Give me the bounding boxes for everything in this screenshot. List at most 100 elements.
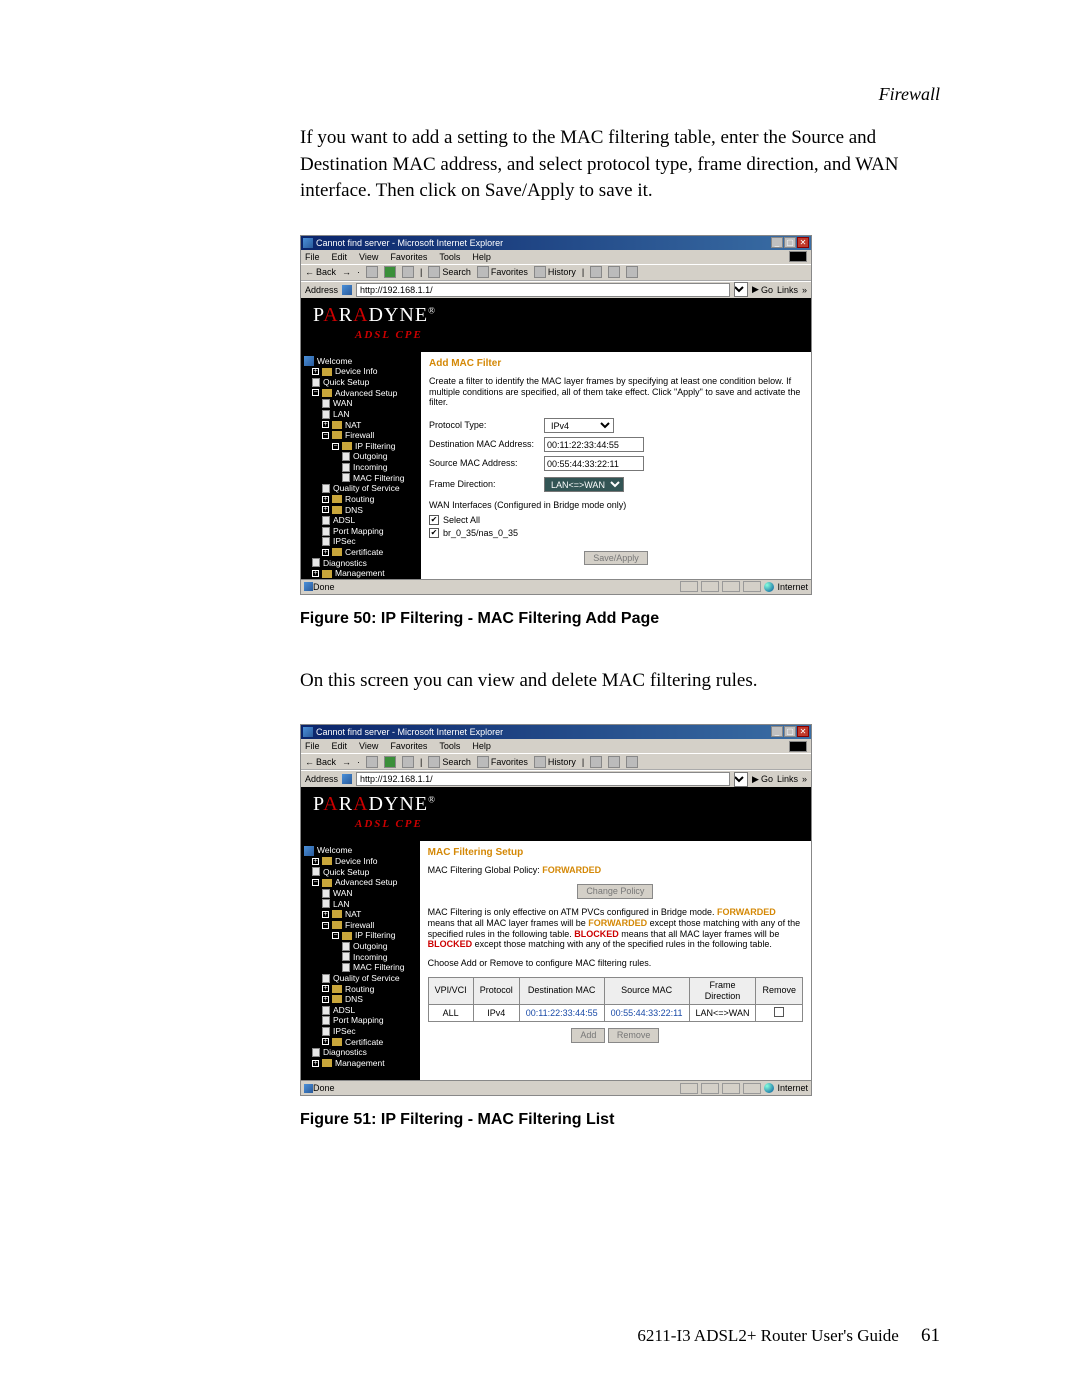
sidebar-item-certificate[interactable]: +Certificate <box>304 547 418 558</box>
print-icon[interactable] <box>608 266 620 278</box>
sidebar-item-nat[interactable]: +NAT <box>304 420 418 431</box>
sidebar-item-management[interactable]: +Management <box>304 1058 417 1069</box>
sidebar-item-ip-filtering[interactable]: −IP Filtering <box>304 930 417 941</box>
sidebar-item-certificate[interactable]: +Certificate <box>304 1037 417 1048</box>
address-dropdown[interactable] <box>734 282 748 297</box>
sidebar-item-qos[interactable]: Quality of Service <box>304 483 418 494</box>
close-button[interactable]: ✕ <box>797 237 809 248</box>
sidebar-item-incoming[interactable]: Incoming <box>304 952 417 963</box>
sidebar-item-mac-filtering[interactable]: MAC Filtering <box>304 962 417 973</box>
forward-button[interactable]: → <box>342 757 351 767</box>
print-icon[interactable] <box>608 756 620 768</box>
sidebar-item-diagnostics[interactable]: Diagnostics <box>304 558 418 569</box>
sidebar-item-advanced-setup[interactable]: −Advanced Setup <box>304 877 417 888</box>
sidebar-item-qos[interactable]: Quality of Service <box>304 973 417 984</box>
go-button[interactable]: ▶Go <box>752 284 773 295</box>
sidebar-item-diagnostics[interactable]: Diagnostics <box>304 1047 417 1058</box>
sidebar-item-lan[interactable]: LAN <box>304 409 418 420</box>
close-button[interactable]: ✕ <box>797 726 809 737</box>
menu-edit[interactable]: Edit <box>332 741 348 751</box>
sidebar-item-incoming[interactable]: Incoming <box>304 462 418 473</box>
edit-icon[interactable] <box>626 266 638 278</box>
menu-file[interactable]: File <box>305 741 320 751</box>
back-button[interactable]: ← Back <box>305 757 336 767</box>
sidebar-item-lan[interactable]: LAN <box>304 899 417 910</box>
menu-favorites[interactable]: Favorites <box>390 252 427 262</box>
refresh-icon[interactable] <box>384 266 396 278</box>
back-button[interactable]: ← Back <box>305 267 336 277</box>
sidebar-item-mac-filtering[interactable]: MAC Filtering <box>304 473 418 484</box>
sidebar-item-ip-filtering[interactable]: −IP Filtering <box>304 441 418 452</box>
checkbox-select-all[interactable] <box>429 515 439 525</box>
input-dest-mac[interactable] <box>544 437 644 452</box>
sidebar-item-port-mapping[interactable]: Port Mapping <box>304 1015 417 1026</box>
select-protocol[interactable]: IPv4 <box>544 418 614 433</box>
sidebar-item-quick-setup[interactable]: Quick Setup <box>304 867 417 878</box>
sidebar-item-ipsec[interactable]: IPSec <box>304 536 418 547</box>
stop-icon[interactable] <box>366 756 378 768</box>
menu-help[interactable]: Help <box>472 252 491 262</box>
menu-view[interactable]: View <box>359 741 378 751</box>
maximize-button[interactable]: ▢ <box>784 726 796 737</box>
sidebar-item-device-info[interactable]: +Device Info <box>304 366 418 377</box>
sidebar-item-port-mapping[interactable]: Port Mapping <box>304 526 418 537</box>
sidebar-item-device-info[interactable]: +Device Info <box>304 856 417 867</box>
home-icon[interactable] <box>402 266 414 278</box>
go-button[interactable]: ▶Go <box>752 774 773 785</box>
menu-tools[interactable]: Tools <box>439 252 460 262</box>
sidebar-item-quick-setup[interactable]: Quick Setup <box>304 377 418 388</box>
menu-edit[interactable]: Edit <box>332 252 348 262</box>
mail-icon[interactable] <box>590 266 602 278</box>
home-icon[interactable] <box>402 756 414 768</box>
edit-icon[interactable] <box>626 756 638 768</box>
maximize-button[interactable]: ▢ <box>784 237 796 248</box>
sidebar-item-wan[interactable]: WAN <box>304 888 417 899</box>
sidebar-item-routing[interactable]: +Routing <box>304 984 417 995</box>
sidebar-item-nat[interactable]: +NAT <box>304 909 417 920</box>
sidebar-item-adsl[interactable]: ADSL <box>304 1005 417 1016</box>
sidebar-item-dns[interactable]: +DNS <box>304 505 418 516</box>
sidebar-item-adsl[interactable]: ADSL <box>304 515 418 526</box>
history-button[interactable]: History <box>534 266 576 278</box>
menu-help[interactable]: Help <box>472 741 491 751</box>
input-src-mac[interactable] <box>544 456 644 471</box>
search-button[interactable]: Search <box>428 266 471 278</box>
checkbox-interface[interactable] <box>429 528 439 538</box>
menu-tools[interactable]: Tools <box>439 741 460 751</box>
history-button[interactable]: History <box>534 756 576 768</box>
minimize-button[interactable]: _ <box>771 237 783 248</box>
address-dropdown[interactable] <box>734 772 748 787</box>
sidebar-item-advanced-setup[interactable]: −Advanced Setup <box>304 388 418 399</box>
select-frame-direction[interactable]: LAN<=>WAN <box>544 477 624 492</box>
mail-icon[interactable] <box>590 756 602 768</box>
add-button[interactable]: Add <box>571 1028 605 1043</box>
sidebar-item-management[interactable]: +Management <box>304 568 418 579</box>
favorites-button[interactable]: Favorites <box>477 266 528 278</box>
address-input[interactable] <box>356 772 730 786</box>
favorites-button[interactable]: Favorites <box>477 756 528 768</box>
remove-button[interactable]: Remove <box>608 1028 660 1043</box>
search-button[interactable]: Search <box>428 756 471 768</box>
address-input[interactable] <box>356 283 730 297</box>
stop-icon[interactable] <box>366 266 378 278</box>
refresh-icon[interactable] <box>384 756 396 768</box>
sidebar-item-outgoing[interactable]: Outgoing <box>304 941 417 952</box>
save-apply-button[interactable]: Save/Apply <box>584 551 648 566</box>
links-label[interactable]: Links <box>777 285 798 295</box>
sidebar-item-ipsec[interactable]: IPSec <box>304 1026 417 1037</box>
menu-favorites[interactable]: Favorites <box>390 741 427 751</box>
menu-file[interactable]: File <box>305 252 320 262</box>
remove-checkbox[interactable] <box>774 1007 784 1017</box>
forward-button[interactable]: → <box>342 267 351 277</box>
sidebar-item-firewall[interactable]: −Firewall <box>304 920 417 931</box>
sidebar-item-wan[interactable]: WAN <box>304 398 418 409</box>
sidebar-item-routing[interactable]: +Routing <box>304 494 418 505</box>
sidebar-item-outgoing[interactable]: Outgoing <box>304 451 418 462</box>
sidebar-welcome[interactable]: Welcome <box>304 356 418 367</box>
sidebar-item-dns[interactable]: +DNS <box>304 994 417 1005</box>
menu-view[interactable]: View <box>359 252 378 262</box>
sidebar-item-firewall[interactable]: −Firewall <box>304 430 418 441</box>
sidebar-welcome[interactable]: Welcome <box>304 845 417 856</box>
minimize-button[interactable]: _ <box>771 726 783 737</box>
links-label[interactable]: Links <box>777 774 798 784</box>
